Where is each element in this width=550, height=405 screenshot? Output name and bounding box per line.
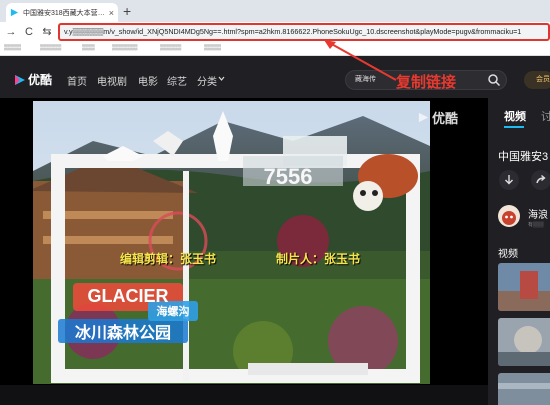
credit-producer: 制片人：张玉书	[276, 252, 361, 266]
forward-button[interactable]: →	[4, 22, 18, 42]
related-video-thumbnail[interactable]	[498, 373, 550, 405]
section-heading: 视频	[498, 249, 518, 260]
youku-watermark-icon	[418, 112, 429, 123]
bookmark-item[interactable]: ▒▒▒▒	[204, 42, 221, 55]
browser-tab[interactable]: 中国雅安318西藏大本营-企 ×	[6, 3, 118, 22]
hailuogou-sign-text: 海螺沟	[157, 304, 190, 318]
nav-category[interactable]: 分类	[197, 73, 217, 88]
park-sign-text: 冰川森林公园	[75, 323, 171, 342]
address-url[interactable]: v.y▒▒▒▒▒▒m/v_show/id_XNjQ5NDI4MDg5Ng==.h…	[64, 27, 546, 36]
youku-favicon-icon	[10, 8, 19, 17]
bookmark-item[interactable]: ▒▒▒▒▒▒	[112, 42, 138, 55]
youku-play-icon	[15, 74, 25, 85]
site-settings-icon[interactable]: ⇆	[40, 22, 54, 42]
thumbnail-image	[498, 263, 550, 311]
address-bar[interactable]: v.y▒▒▒▒▒▒m/v_show/id_XNjQ5NDI4MDg5Ng==.h…	[58, 23, 550, 41]
thumbnail-image	[498, 318, 550, 366]
annotation-arrow-icon	[324, 40, 397, 81]
share-icon	[536, 174, 546, 184]
screenshot-root: 中国雅安318西藏大本营-企 × + → C ⇆ v.y▒▒▒▒▒▒m/v_sh…	[0, 0, 550, 405]
youku-logo[interactable]: 优酷	[14, 71, 52, 88]
uploader-meta: 有▒▒▒	[528, 222, 544, 228]
logo-text: 优酷	[28, 73, 53, 87]
nav-home[interactable]: 首页	[67, 73, 87, 88]
chevron-down-icon	[218, 76, 225, 81]
tab-video[interactable]: 视频	[504, 108, 526, 124]
bookmark-item[interactable]: ▒▒▒▒▒	[160, 42, 181, 55]
tab-title: 中国雅安318西藏大本营-企	[23, 9, 105, 17]
player-bottom-bar	[0, 385, 488, 405]
download-icon	[505, 175, 513, 185]
bookmarks-bar: ▒▒▒▒ ▒▒▒▒▒ ▒▒▒ ▒▒▒▒▒▒ ▒▒▒▒▒ ▒▒▒▒	[0, 42, 550, 56]
download-button[interactable]	[499, 170, 519, 190]
tab-discussion[interactable]: 讨	[541, 108, 550, 124]
bookmark-item[interactable]: ▒▒▒▒	[4, 42, 21, 55]
bookmark-item[interactable]: ▒▒▒▒▒	[40, 42, 61, 55]
thumbnail-image	[498, 373, 550, 405]
search-icon[interactable]	[487, 73, 501, 87]
watermark-text: 优酷	[432, 111, 459, 126]
player-watermark: 优酷	[418, 108, 458, 127]
nav-movie[interactable]: 电影	[138, 73, 158, 88]
tab-close-icon[interactable]: ×	[109, 8, 114, 18]
uploader-name[interactable]: 海浪	[528, 206, 548, 221]
video-frame[interactable]: GLACIER 冰川森林公园 海螺沟 7556	[33, 101, 430, 384]
bookmark-item[interactable]: ▒▒▒	[82, 42, 95, 55]
related-video-thumbnail[interactable]	[498, 318, 550, 366]
share-button[interactable]	[531, 170, 550, 190]
credit-editor: 编辑剪辑：张玉书	[120, 252, 217, 266]
nav-tv[interactable]: 电视剧	[97, 73, 127, 88]
active-tab-indicator	[504, 126, 524, 128]
related-video-thumbnail[interactable]	[498, 263, 550, 311]
glacier-sign-text: GLACIER	[88, 286, 169, 306]
annotation-label: 复制链接	[396, 74, 457, 91]
nav-variety[interactable]: 综艺	[167, 73, 187, 88]
avatar[interactable]	[498, 205, 520, 227]
sign-number-text: 7556	[264, 164, 313, 189]
video-title: 中国雅安3	[498, 151, 549, 163]
reload-button[interactable]: C	[22, 22, 36, 42]
vip-button[interactable]: 会员	[524, 71, 550, 89]
avatar-icon	[502, 211, 516, 225]
new-tab-button[interactable]: +	[123, 2, 131, 20]
